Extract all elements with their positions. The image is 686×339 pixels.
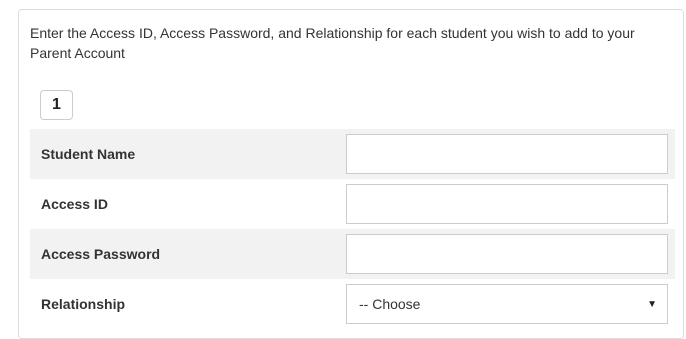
access-id-label: Access ID (41, 196, 108, 212)
add-student-panel: Enter the Access ID, Access Password, an… (18, 9, 684, 339)
student-name-input[interactable] (346, 134, 668, 174)
student-form: Student Name Access ID Access Password R… (30, 129, 675, 329)
instructions-text: Enter the Access ID, Access Password, an… (30, 25, 635, 61)
access-id-input[interactable] (346, 184, 668, 224)
relationship-select[interactable]: -- Choose ▼ (346, 284, 668, 324)
access-password-label: Access Password (41, 246, 161, 262)
access-password-input[interactable] (346, 234, 668, 274)
student-number-badge: 1 (40, 90, 73, 120)
access-password-row: Access Password (30, 229, 675, 279)
access-id-row: Access ID (30, 179, 675, 229)
student-name-row: Student Name (30, 129, 675, 179)
relationship-label: Relationship (41, 296, 126, 312)
student-name-label: Student Name (41, 146, 136, 162)
relationship-selected-value: -- Choose (359, 296, 421, 312)
caret-down-icon: ▼ (647, 298, 657, 310)
